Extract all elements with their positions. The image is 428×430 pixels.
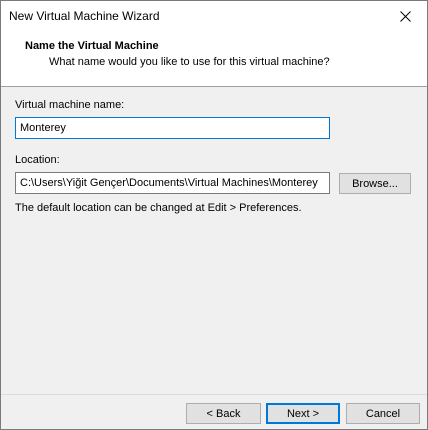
title-bar: New Virtual Machine Wizard <box>1 1 427 31</box>
footer-divider <box>1 394 427 395</box>
location-hint: The default location can be changed at E… <box>15 202 302 214</box>
close-button[interactable] <box>383 1 427 31</box>
vm-name-label: Virtual machine name: <box>15 99 125 111</box>
back-button[interactable]: < Back <box>186 403 261 424</box>
next-button[interactable]: Next > <box>266 403 340 424</box>
cancel-button[interactable]: Cancel <box>346 403 420 424</box>
window-title: New Virtual Machine Wizard <box>9 9 160 23</box>
location-label: Location: <box>15 154 60 166</box>
close-icon <box>399 10 411 22</box>
step-subtitle: What name would you like to use for this… <box>49 56 330 68</box>
step-title: Name the Virtual Machine <box>25 40 159 52</box>
wizard-window: New Virtual Machine Wizard Name the Virt… <box>0 0 428 430</box>
wizard-header: Name the Virtual Machine What name would… <box>1 31 427 87</box>
location-input[interactable] <box>15 172 330 194</box>
vm-name-input[interactable] <box>15 117 330 139</box>
browse-button[interactable]: Browse... <box>339 173 411 194</box>
